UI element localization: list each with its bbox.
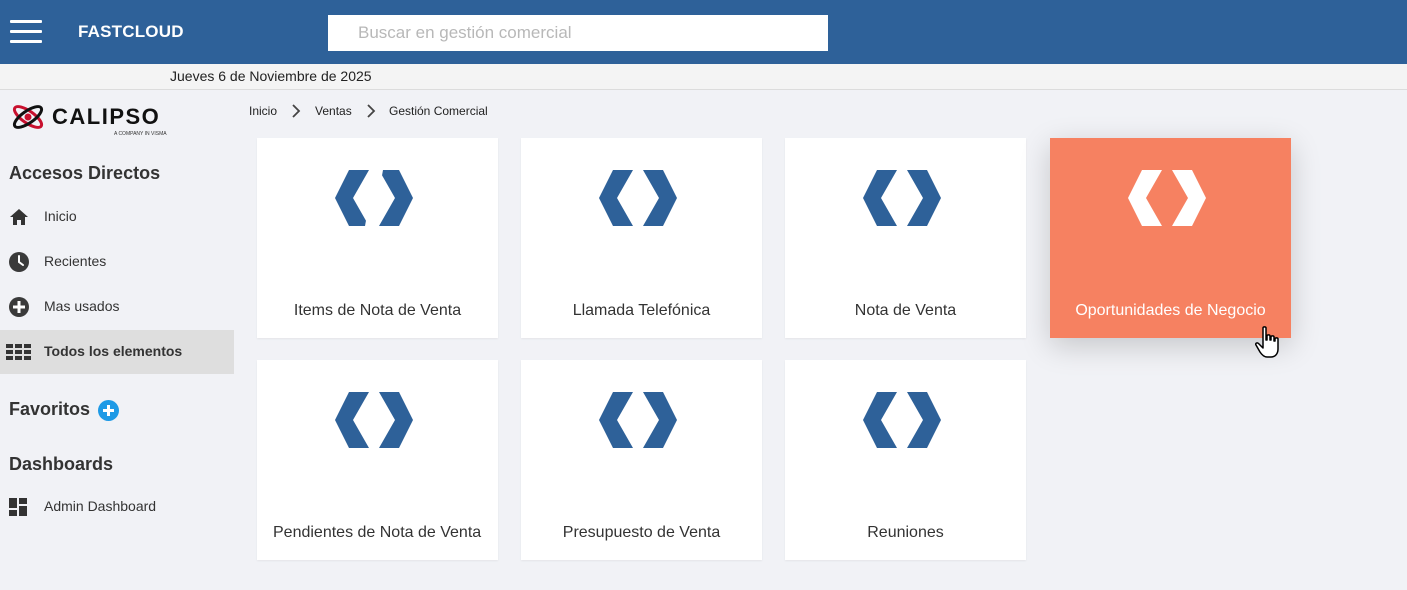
date-bar: Jueves 6 de Noviembre de 2025 <box>0 64 1407 90</box>
sidebar-item-label: Todos los elementos <box>44 343 183 359</box>
card-llamada-telefonica[interactable]: Llamada Telefónica <box>521 138 762 338</box>
card-nota-de-venta[interactable]: Nota de Venta <box>785 138 1026 338</box>
card-presupuesto-de-venta[interactable]: Presupuesto de Venta <box>521 360 762 560</box>
card-reuniones[interactable]: Reuniones <box>785 360 1026 560</box>
calipso-logo[interactable]: CALIPSO A COMPANY IN VISMA <box>10 100 175 140</box>
sidebar-item-mas-usados[interactable]: Mas usados <box>0 285 234 329</box>
sidebar: CALIPSO A COMPANY IN VISMA Accesos Direc… <box>0 90 234 590</box>
card-pendientes-de-nota-de-venta[interactable]: Pendientes de Nota de Venta <box>257 360 498 560</box>
logo-tagline: A COMPANY IN VISMA <box>114 131 167 137</box>
sidebar-item-label: Mas usados <box>44 298 120 314</box>
breadcrumb-gestion-comercial: Gestión Comercial <box>389 104 488 118</box>
module-icon <box>335 392 413 448</box>
sidebar-item-label: Admin Dashboard <box>44 498 157 514</box>
sidebar-item-recientes[interactable]: Recientes <box>0 240 234 284</box>
module-icon <box>863 170 941 226</box>
card-items-de-nota-de-venta[interactable]: Items de Nota de Venta <box>257 138 498 338</box>
home-icon <box>10 209 28 225</box>
module-icon <box>335 170 413 226</box>
plus-circle-icon <box>9 297 29 317</box>
module-icon <box>599 392 677 448</box>
card-oportunidades-de-negocio[interactable]: Oportunidades de Negocio <box>1050 138 1291 338</box>
card-label: Oportunidades de Negocio <box>1075 302 1266 319</box>
logo-text: CALIPSO <box>52 104 161 129</box>
top-bar: FASTCLOUD <box>0 0 1407 64</box>
clock-icon <box>9 252 29 272</box>
calipso-atom-icon <box>12 105 44 129</box>
hand-pointer-cursor-icon <box>1255 326 1279 358</box>
card-label: Reuniones <box>867 524 944 541</box>
card-label: Pendientes de Nota de Venta <box>273 524 482 541</box>
search-box[interactable] <box>328 15 828 51</box>
add-favorite-button[interactable] <box>98 400 119 421</box>
card-label: Llamada Telefónica <box>572 302 711 319</box>
breadcrumb-inicio[interactable]: Inicio <box>249 104 277 118</box>
current-date: Jueves 6 de Noviembre de 2025 <box>170 68 372 84</box>
favoritos-title: Favoritos <box>9 399 91 419</box>
module-icon <box>863 392 941 448</box>
dashboards-title: Dashboards <box>9 454 114 474</box>
dashboard-icon <box>9 498 27 516</box>
hamburger-menu-icon[interactable] <box>10 20 42 44</box>
card-label: Nota de Venta <box>854 302 957 319</box>
sidebar-item-label: Inicio <box>44 208 77 224</box>
module-icon <box>599 170 677 226</box>
sidebar-item-todos-los-elementos[interactable]: Todos los elementos <box>0 330 234 374</box>
chevron-right-icon <box>367 104 376 118</box>
chevron-right-icon <box>292 104 301 118</box>
breadcrumb-ventas[interactable]: Ventas <box>315 104 352 118</box>
sidebar-item-inicio[interactable]: Inicio <box>0 195 234 239</box>
search-input[interactable] <box>328 15 828 51</box>
app-title: FASTCLOUD <box>78 22 184 41</box>
sidebar-item-admin-dashboard[interactable]: Admin Dashboard <box>0 485 234 529</box>
module-icon <box>1128 170 1206 226</box>
accesos-directos-title: Accesos Directos <box>9 163 161 183</box>
card-label: Items de Nota de Venta <box>293 302 462 319</box>
sidebar-item-label: Recientes <box>44 253 107 269</box>
grid-icon <box>6 344 31 360</box>
card-label: Presupuesto de Venta <box>562 524 721 541</box>
